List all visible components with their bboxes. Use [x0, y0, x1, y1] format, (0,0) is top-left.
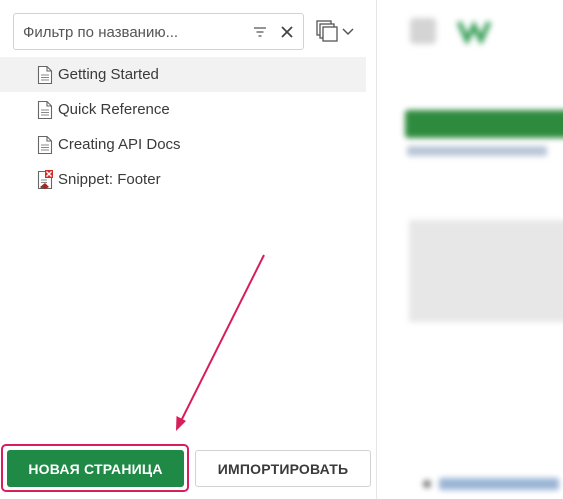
page-list: Getting Started Quick Reference Creating…: [0, 57, 366, 197]
app-window: Getting Started Quick Reference: [0, 0, 563, 499]
close-icon[interactable]: [278, 23, 296, 41]
pages-sidebar: Getting Started Quick Reference: [0, 0, 377, 499]
list-item-creating-api-docs[interactable]: Creating API Docs: [0, 127, 366, 162]
preview-status-bar: [405, 110, 563, 138]
preview-logo-icon: [457, 20, 491, 44]
page-label: Creating API Docs: [58, 136, 181, 153]
list-item-quick-reference[interactable]: Quick Reference: [0, 92, 366, 127]
page-label: Snippet: Footer: [58, 171, 161, 188]
list-item-getting-started[interactable]: Getting Started: [0, 57, 366, 92]
import-button[interactable]: ИМПОРТИРОВАТЬ: [195, 450, 371, 487]
document-icon: [37, 65, 53, 84]
chevron-down-icon: [342, 28, 354, 36]
preview-bullet: [423, 480, 431, 488]
preview-breadcrumb: [407, 146, 547, 156]
new-page-button[interactable]: НОВАЯ СТРАНИЦА: [7, 450, 184, 487]
copy-pages-menu[interactable]: [316, 20, 358, 42]
copy-pages-icon: [316, 20, 338, 42]
page-preview: [377, 0, 563, 499]
page-label: Getting Started: [58, 66, 159, 83]
filter-input[interactable]: [23, 22, 243, 42]
document-icon: [37, 135, 53, 154]
list-item-snippet-footer[interactable]: Snippet: Footer: [0, 162, 366, 197]
filter-field[interactable]: [13, 13, 304, 50]
document-icon: [37, 100, 53, 119]
snippet-document-icon: [37, 169, 53, 189]
preview-link: [439, 478, 559, 490]
preview-hero: [409, 220, 563, 322]
sort-lines-icon[interactable]: [252, 24, 268, 40]
preview-toolbar-icon: [410, 18, 436, 44]
page-label: Quick Reference: [58, 101, 170, 118]
